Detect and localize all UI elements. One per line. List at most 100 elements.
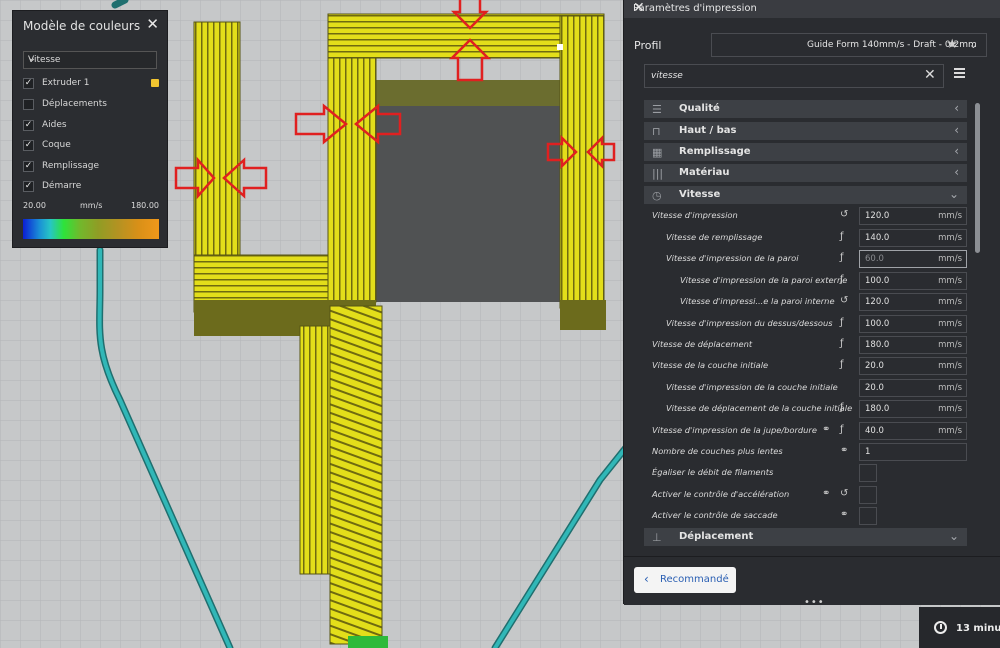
checkbox-label: Extruder 1 (42, 78, 90, 88)
function-icon[interactable]: ƒ (840, 424, 844, 435)
setting-name: Vitesse de la couche initiale (652, 360, 769, 370)
category-label: Remplissage (679, 146, 751, 157)
checkbox-infill[interactable]: ✓ (23, 161, 34, 172)
chevron-down-icon: ⌄ (948, 187, 959, 201)
category-top-bottom[interactable]: ⊓ Haut / bas ‹ (644, 122, 967, 140)
setting-row: Vitesse d'impression du dessus/dessous ƒ… (644, 314, 967, 334)
setting-field[interactable]: 180.0 mm/s (859, 400, 967, 418)
quality-icon: ☰ (652, 103, 662, 116)
category-label: Qualité (679, 103, 720, 114)
setting-row: Vitesse d'impression de la jupe/bordure … (644, 421, 967, 441)
checkbox-row-starts[interactable]: ✓ Démarre (23, 181, 163, 195)
checkbox-row-infill[interactable]: ✓ Remplissage (23, 161, 163, 175)
checkbox-travels[interactable] (23, 99, 34, 110)
setting-name: Vitesse d'impression de la couche initia… (666, 382, 838, 392)
setting-field[interactable]: 20.0 mm/s (859, 357, 967, 375)
checkbox-label: Coque (42, 140, 71, 150)
function-icon[interactable]: ƒ (840, 252, 844, 263)
checkbox-extruder[interactable]: ✓ (23, 78, 34, 89)
setting-name: Vitesse de déplacement de la couche init… (666, 403, 853, 413)
category-label: Vitesse (679, 189, 721, 200)
setting-field[interactable]: 120.0 mm/s (859, 293, 967, 311)
print-time: 13 minut (956, 623, 1000, 634)
setting-row: Nombre de couches plus lentes ⚭ 1 (644, 442, 967, 462)
function-icon[interactable]: ƒ (840, 317, 844, 328)
link-icon[interactable]: ⚭ (840, 445, 848, 456)
checkbox-starts[interactable]: ✓ (23, 181, 34, 192)
chevron-down-icon: ⌄ (28, 53, 37, 64)
recommended-button[interactable]: ‹ Recommandé (634, 567, 736, 593)
setting-row: Vitesse d'impression de la paroi externe… (644, 271, 967, 291)
reset-icon[interactable]: ↺ (840, 209, 848, 220)
setting-field[interactable]: 100.0 mm/s (859, 315, 967, 333)
recommended-label: Recommandé (660, 574, 729, 585)
setting-row: Vitesse de déplacement ƒ 180.0 mm/s (644, 335, 967, 355)
color-scheme-select[interactable]: Vitesse ⌄ (23, 51, 157, 69)
function-icon[interactable]: ƒ (840, 338, 844, 349)
setting-row: Vitesse d'impression de la couche initia… (644, 378, 967, 398)
clear-search-icon[interactable]: ✕ (924, 67, 936, 83)
function-icon[interactable]: ƒ (840, 402, 844, 413)
setting-field[interactable]: 100.0 mm/s (859, 272, 967, 290)
reset-icon[interactable]: ↺ (840, 488, 848, 499)
checkbox-shell[interactable]: ✓ (23, 140, 34, 151)
setting-row: Vitesse de la couche initiale ƒ 20.0 mm/s (644, 356, 967, 376)
category-infill[interactable]: ▦ Remplissage ‹ (644, 143, 967, 161)
link-icon[interactable]: ⚭ (822, 488, 830, 499)
close-icon[interactable]: ✕ (146, 15, 159, 33)
link-icon[interactable]: ⚭ (840, 509, 848, 520)
category-speed[interactable]: ◷ Vitesse ⌄ (644, 186, 967, 204)
infill-icon: ▦ (652, 146, 663, 159)
close-icon[interactable]: ✕ (633, 0, 991, 16)
setting-name: Vitesse d'impression de la jupe/bordure (652, 425, 817, 435)
category-quality[interactable]: ☰ Qualité ‹ (644, 100, 967, 118)
checkbox-label: Aides (42, 120, 67, 130)
color-scheme-panel: Modèle de couleurs ✕ Vitesse ⌄ ✓ Extrude… (12, 10, 168, 248)
checkbox-row-extruder[interactable]: ✓ Extruder 1 (23, 78, 163, 92)
star-icon[interactable]: ★ (946, 37, 958, 52)
setting-field[interactable]: 120.0 mm/s (859, 207, 967, 225)
setting-name: Vitesse d'impression du dessus/dessous (666, 318, 833, 328)
checkbox-helpers[interactable]: ✓ (23, 120, 34, 131)
setting-field[interactable]: 1 (859, 443, 967, 461)
material-icon: ||| (652, 167, 664, 180)
checkbox-label: Démarre (42, 181, 82, 191)
function-icon[interactable]: ƒ (840, 359, 844, 370)
settings-search-input[interactable] (644, 64, 944, 88)
setting-checkbox[interactable] (859, 486, 877, 504)
profile-label: Profil (634, 39, 662, 52)
function-icon[interactable]: ƒ (840, 231, 844, 242)
checkbox-row-shell[interactable]: ✓ Coque (23, 140, 163, 154)
settings-scrollbar[interactable] (975, 103, 980, 253)
chevron-left-icon: ‹ (954, 101, 959, 115)
checkbox-row-travels[interactable]: Déplacements (23, 99, 163, 113)
profile-select[interactable]: Guide Form 140mm/s - Draft - 0.2mm ★ ⌄ (711, 33, 987, 57)
setting-row: Activer le contrôle d'accélération ⚭ ↺ (644, 485, 967, 505)
setting-row: Vitesse d'impression de la paroi ƒ 60.0 m… (644, 249, 967, 269)
function-icon[interactable]: ƒ (840, 274, 844, 285)
resize-grip-icon[interactable]: ••• (804, 597, 825, 608)
setting-field[interactable]: 140.0 mm/s (859, 229, 967, 247)
top-bottom-icon: ⊓ (652, 125, 661, 138)
setting-name: Vitesse de remplissage (666, 232, 763, 242)
checkbox-label: Déplacements (42, 99, 107, 109)
setting-name: Activer le contrôle d'accélération (652, 489, 790, 499)
setting-field[interactable]: 60.0 mm/s (859, 250, 967, 268)
setting-field[interactable]: 40.0 mm/s (859, 422, 967, 440)
setting-row: Vitesse d'impressi...e la paroi interne … (644, 292, 967, 312)
setting-field[interactable]: 20.0 mm/s (859, 379, 967, 397)
chevron-down-icon: ⌄ (968, 38, 978, 51)
setting-checkbox[interactable] (859, 464, 877, 482)
category-material[interactable]: ||| Matériau ‹ (644, 164, 967, 182)
checkbox-row-helpers[interactable]: ✓ Aides (23, 120, 163, 134)
setting-field[interactable]: 180.0 mm/s (859, 336, 967, 354)
setting-checkbox[interactable] (859, 507, 877, 525)
extruder-color-swatch (151, 79, 159, 87)
chevron-left-icon: ‹ (954, 165, 959, 179)
menu-icon[interactable] (954, 68, 965, 78)
settings-footer: ‹ Recommandé ••• (624, 556, 1000, 608)
category-travel[interactable]: ⊥ Déplacement ⌄ (644, 528, 967, 546)
print-time-estimate[interactable]: 13 minut (919, 607, 1000, 648)
link-icon[interactable]: ⚭ (822, 424, 830, 435)
reset-icon[interactable]: ↺ (840, 295, 848, 306)
